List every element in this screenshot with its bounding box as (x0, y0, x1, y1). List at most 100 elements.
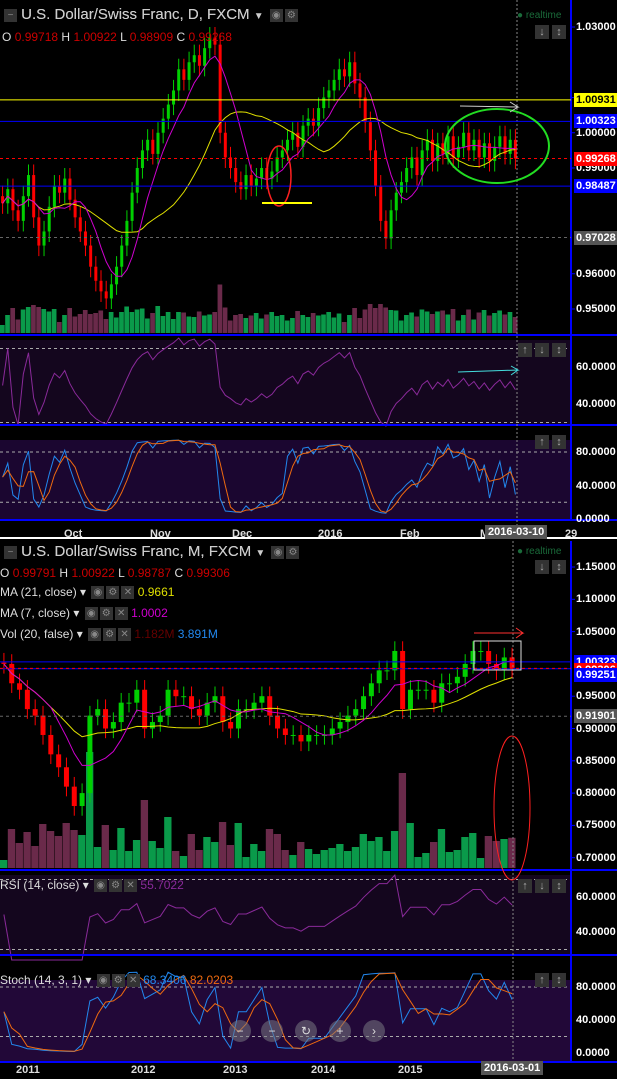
volume-bar (165, 312, 171, 333)
ma21-legend[interactable]: MA (21, close) ▾ ◉ ⚙ ✕ 0.9661 (0, 585, 174, 600)
stoch-tick: 0.0000 (576, 513, 610, 525)
zoom-out-icon[interactable]: − (261, 1020, 283, 1042)
arrow-down-icon[interactable]: ↓ (535, 560, 549, 574)
volume-bar (388, 310, 394, 333)
candle-body (358, 83, 362, 98)
arrow-up-icon[interactable]: ↑ (518, 343, 532, 357)
price-tag: 0.91901 (574, 709, 617, 724)
price-tag: 1.00931 (574, 92, 617, 107)
candle-body (311, 118, 315, 126)
price-tick: 0.80000 (576, 787, 616, 800)
chart-canvas[interactable] (0, 0, 617, 1079)
candle-body (423, 689, 429, 691)
volume-bar (62, 315, 67, 333)
stoch-legend[interactable]: Stoch (14, 3, 1) ▾ ◉ ⚙ ✕ 68.3406 82.0203 (0, 973, 233, 988)
close-icon: ✕ (121, 586, 135, 600)
x-label: Nov (150, 528, 171, 540)
candle-body (161, 118, 165, 133)
volume-bar (31, 846, 39, 868)
volume-bar (160, 316, 166, 333)
candle-body (254, 178, 258, 186)
volume-bar (119, 312, 124, 333)
candle-body (376, 670, 382, 684)
volume-bar (181, 312, 186, 333)
volume-bar (117, 828, 125, 868)
x-label: 2013 (223, 1064, 248, 1076)
volume-bar (140, 800, 149, 868)
arrow-down-icon[interactable]: ↓ (535, 25, 549, 39)
arrow-down-icon[interactable]: ↓ (535, 343, 549, 357)
volume-legend[interactable]: Vol (20, false) ▾ ◉ ⚙ ✕ 1.182M 3.891M (0, 627, 218, 642)
visibility-icon[interactable]: ◉ (271, 545, 285, 559)
bottom-chart-title[interactable]: − U.S. Dollar/Swiss Franc, M, FXCM U.S. D… (2, 543, 300, 560)
volume-bar (186, 316, 192, 333)
candle-body (379, 185, 383, 221)
candle-body (498, 136, 502, 147)
price-tag: 0.99268 (574, 151, 617, 166)
rsi-legend[interactable]: RSI (14, close) ▾ ◉ ⚙ ✕ 55.7022 (0, 878, 184, 893)
zoom-in-icon[interactable]: + (329, 1020, 351, 1042)
gear-icon[interactable]: ⚙ (284, 8, 298, 22)
gear-icon[interactable]: ⚙ (286, 545, 300, 559)
volume-bar (218, 822, 227, 868)
x-label: 29 (565, 528, 578, 540)
collapse-icon[interactable]: − (4, 8, 17, 22)
ma7-legend[interactable]: MA (7, close) ▾ ◉ ⚙ ✕ 1.0002 (0, 606, 168, 621)
volume-bar (139, 308, 145, 333)
volume-bar (321, 314, 326, 333)
candle-body (260, 168, 264, 179)
volume-bar (310, 313, 316, 333)
candle-body (95, 709, 101, 716)
volume-bar (481, 310, 487, 333)
candle-body (415, 157, 419, 176)
resize-icon[interactable]: ↕ (552, 973, 566, 987)
volume-bar (378, 304, 383, 333)
volume-bar (234, 823, 242, 868)
green-ellipse-annotation (444, 108, 550, 184)
price-tag: 0.97028 (574, 230, 617, 245)
volume-bar (508, 837, 516, 868)
candle-body (47, 206, 51, 232)
candle-body (322, 97, 326, 109)
resize-icon[interactable]: ↕ (552, 343, 566, 357)
resize-icon[interactable]: ↕ (552, 435, 566, 449)
candle-body (329, 728, 335, 735)
resize-icon[interactable]: ↕ (552, 879, 566, 893)
arrow-up-icon[interactable]: ↑ (535, 973, 549, 987)
candle-body (71, 786, 77, 807)
zoom-out-icon[interactable]: − (229, 1020, 251, 1042)
x-label: 2012 (131, 1064, 156, 1076)
volume-bar (191, 317, 197, 333)
arrow-down-icon[interactable]: ↓ (535, 879, 549, 893)
reset-icon[interactable]: ↻ (295, 1020, 317, 1042)
arrow-up-icon[interactable]: ↑ (518, 879, 532, 893)
resize-icon[interactable]: ↕ (552, 560, 566, 574)
visibility-icon[interactable]: ◉ (269, 8, 283, 22)
top-chart-title[interactable]: − U.S. Dollar/Swiss Franc, D, FXCM U.S. D… (2, 6, 298, 23)
collapse-icon[interactable]: − (4, 545, 17, 559)
stoch-pane (0, 980, 571, 1062)
candle-body (56, 754, 62, 768)
volume-bar (23, 832, 31, 868)
volume-bar (172, 851, 180, 868)
resize-icon[interactable]: ↕ (552, 25, 566, 39)
scroll-right-icon[interactable]: › (363, 1020, 385, 1042)
arrow-up-icon[interactable]: ↑ (535, 435, 549, 449)
top-ohlc: O 0.99718 H 1.00922 L 0.98909 C 0.99268 (2, 30, 232, 44)
chevron-down-icon[interactable]: ▼ (255, 548, 265, 559)
volume-bar (124, 306, 129, 333)
candle-body (87, 715, 93, 794)
stoch-tick: 80.0000 (576, 446, 616, 458)
volume-bar (284, 320, 290, 333)
candle-body (196, 709, 202, 716)
x-label: 2014 (311, 1064, 336, 1076)
candle-body (1, 662, 7, 664)
price-tick: 1.03000 (576, 21, 616, 33)
volume-bar (25, 307, 31, 333)
candle-body (24, 689, 30, 710)
candle-body (182, 69, 186, 80)
volume-bar (461, 837, 469, 868)
volume-bar (77, 314, 83, 333)
chevron-down-icon[interactable]: ▼ (254, 11, 264, 22)
candle-body (431, 689, 437, 703)
